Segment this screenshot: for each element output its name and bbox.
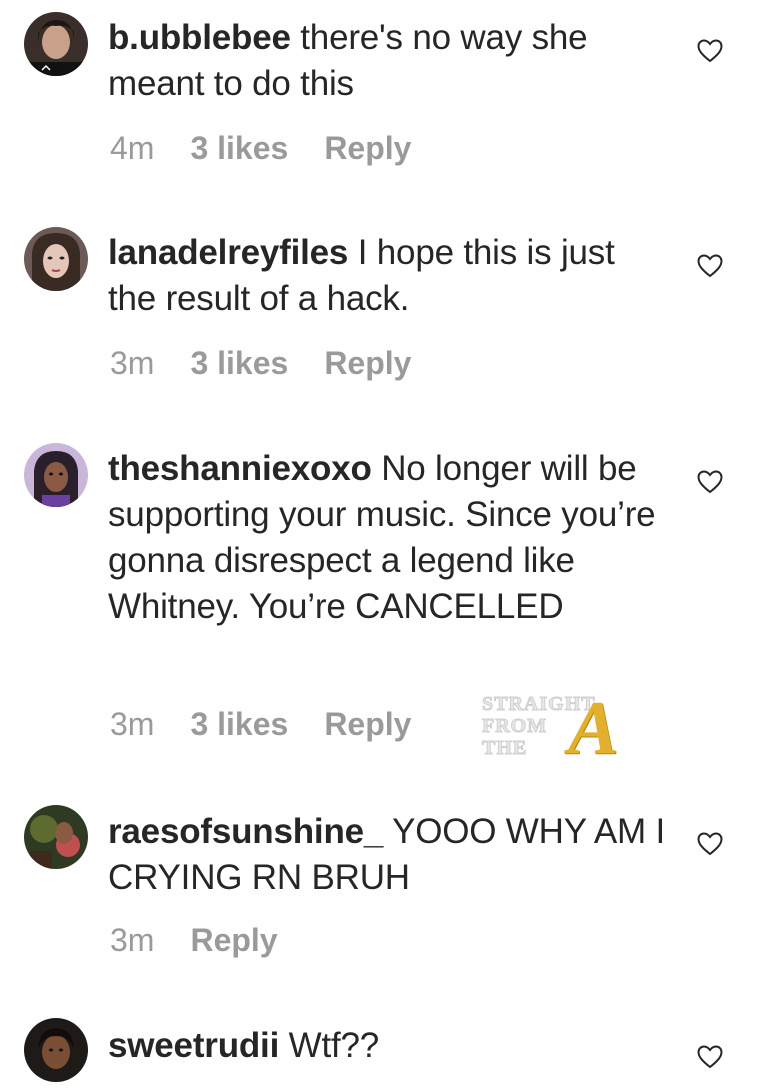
avatar[interactable] bbox=[24, 227, 88, 291]
comment-meta: 3m Reply bbox=[110, 922, 278, 959]
avatar[interactable] bbox=[24, 1018, 88, 1082]
heart-icon[interactable] bbox=[697, 254, 723, 278]
comment-meta: 3m 3 likes Reply bbox=[110, 345, 411, 382]
comment-likes[interactable]: 3 likes bbox=[190, 706, 288, 743]
comment-time: 3m bbox=[110, 706, 155, 742]
comment-text: sweetrudii Wtf?? bbox=[108, 1023, 668, 1069]
reply-button[interactable]: Reply bbox=[324, 345, 411, 382]
heart-icon[interactable] bbox=[697, 1045, 723, 1069]
heart-icon[interactable] bbox=[697, 39, 723, 63]
comment-time: 3m bbox=[110, 922, 155, 958]
comment-username[interactable]: b.ubblebee bbox=[108, 18, 291, 57]
comment-meta: 4m 3 likes Reply bbox=[110, 130, 411, 167]
reply-button[interactable]: Reply bbox=[324, 706, 411, 743]
watermark-line: THE bbox=[481, 737, 528, 759]
reply-button[interactable]: Reply bbox=[190, 922, 277, 959]
comment-username[interactable]: sweetrudii bbox=[108, 1026, 279, 1065]
reply-button[interactable]: Reply bbox=[324, 130, 411, 167]
watermark-logo: STRAIGHT FROM THE A bbox=[468, 690, 648, 774]
comment-time: 3m bbox=[110, 345, 155, 381]
comment-time: 4m bbox=[110, 130, 155, 166]
watermark-letter: A bbox=[568, 686, 619, 770]
comment-likes[interactable]: 3 likes bbox=[190, 130, 288, 167]
avatar[interactable] bbox=[24, 443, 88, 507]
comment-text: theshanniexoxo No longer will be support… bbox=[108, 446, 668, 630]
comment-username[interactable]: lanadelreyfiles bbox=[108, 233, 348, 272]
comment-meta: 3m 3 likes Reply bbox=[110, 706, 411, 743]
comment-username[interactable]: raesofsunshine_ bbox=[108, 812, 383, 851]
avatar[interactable] bbox=[24, 12, 88, 76]
comment-text: b.ubblebee there's no way she meant to d… bbox=[108, 15, 668, 107]
heart-icon[interactable] bbox=[697, 832, 723, 856]
comment-likes[interactable]: 3 likes bbox=[190, 345, 288, 382]
comment-username[interactable]: theshanniexoxo bbox=[108, 449, 372, 488]
avatar[interactable] bbox=[24, 805, 88, 869]
heart-icon[interactable] bbox=[697, 470, 723, 494]
watermark-line: FROM bbox=[481, 715, 548, 737]
comment-text: raesofsunshine_ YOOO WHY AM I CRYING RN … bbox=[108, 809, 668, 901]
comment-text: lanadelreyfiles I hope this is just the … bbox=[108, 230, 668, 322]
comment-body: Wtf?? bbox=[288, 1026, 380, 1065]
